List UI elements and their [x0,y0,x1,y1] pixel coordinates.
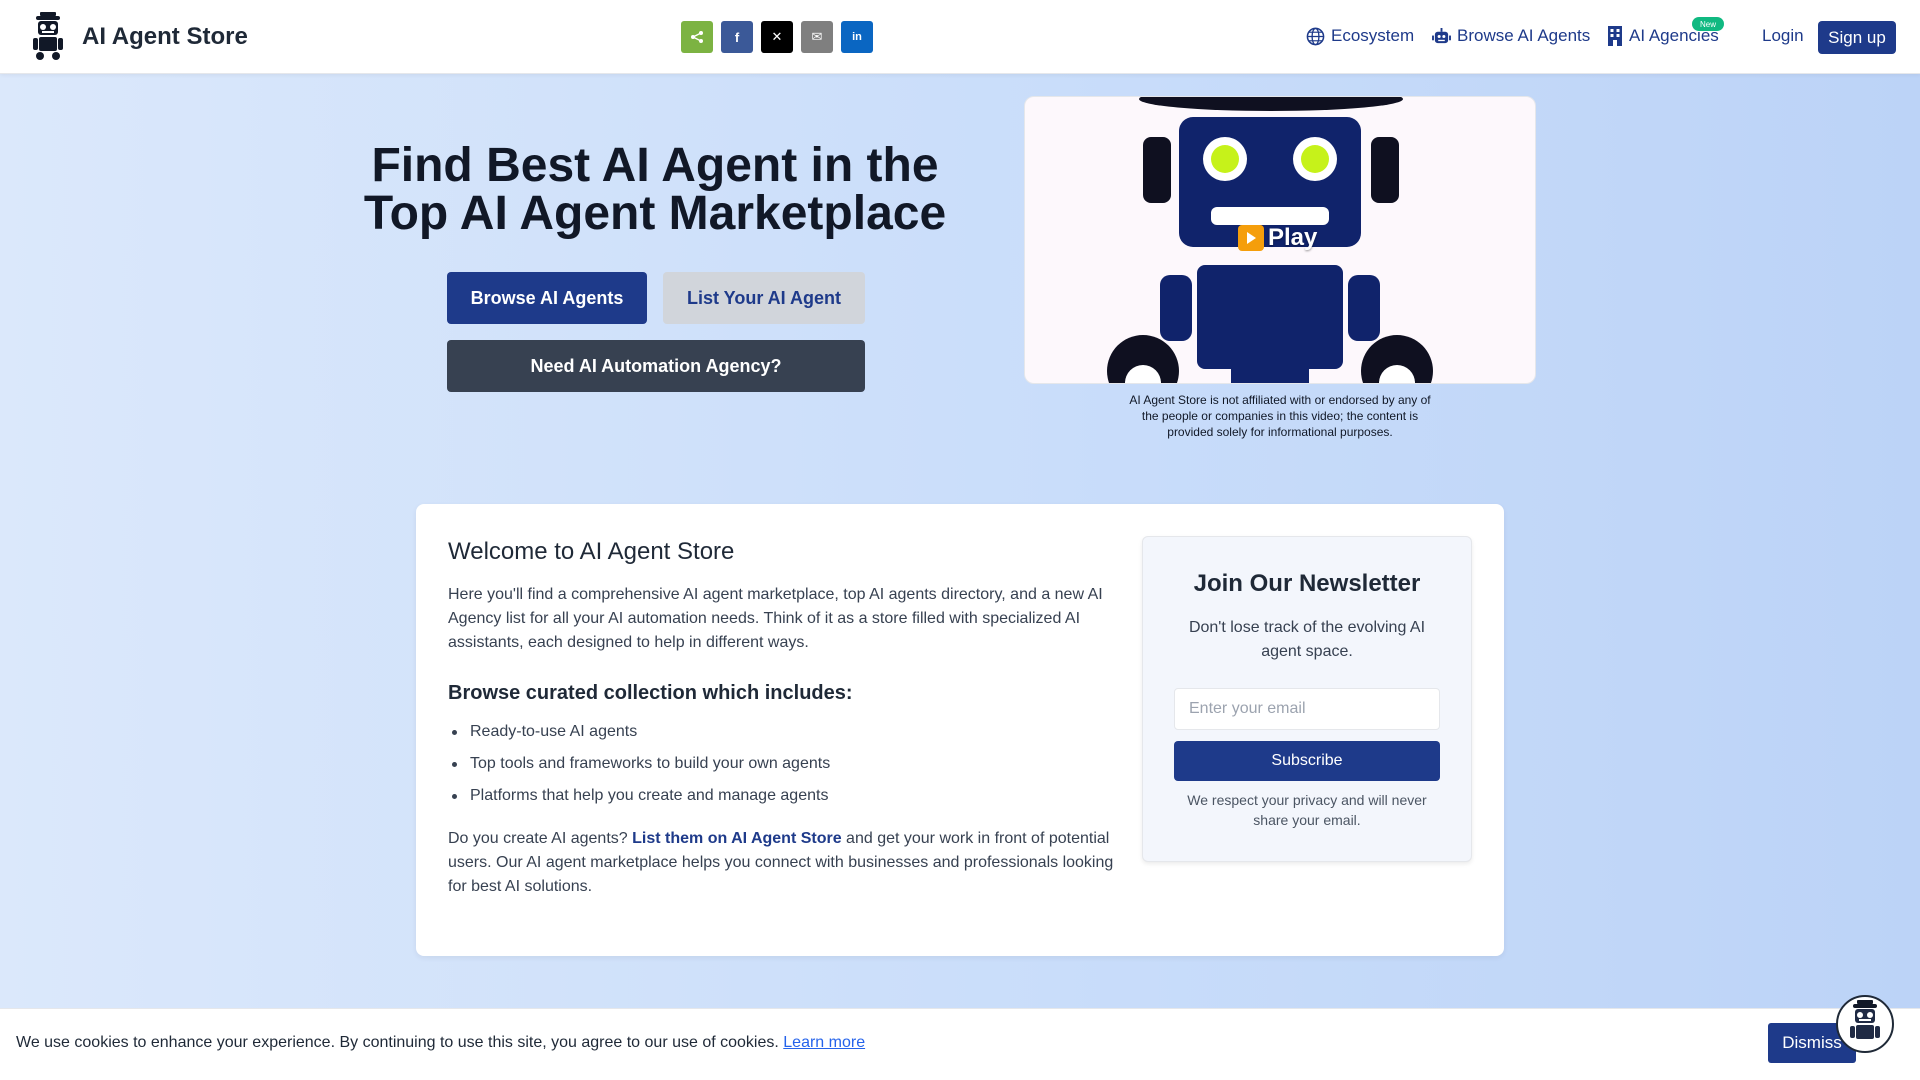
play-icon [1238,225,1264,251]
list-item: Ready-to-use AI agents [448,716,1108,748]
creator-cta: Do you create AI agents? List them on AI… [448,827,1116,899]
hero-title-line-1: Find Best AI Agent in the [371,139,939,192]
robot-logo-icon[interactable] [30,12,66,60]
list-agent-link[interactable]: List them on AI Agent Store [632,830,841,847]
site-header: AI Agent Store f ✕ ✉ in Ecosystem Browse… [0,0,1920,74]
creator-cta-prefix: Do you create AI agents? [448,830,633,847]
list-item: Top tools and frameworks to build your o… [448,748,1108,780]
browse-agents-button[interactable]: Browse AI Agents [447,272,647,324]
cookie-message: We use cookies to enhance your experienc… [16,1034,784,1051]
nav-browse-label: Browse AI Agents [1457,26,1591,45]
learn-more-link[interactable]: Learn more [783,1034,865,1051]
globe-icon [1306,27,1325,45]
list-agent-button[interactable]: List Your AI Agent [663,272,865,324]
login-link[interactable]: Login [1762,26,1804,46]
hero-title-line-2: Top AI Agent Marketplace [363,187,947,240]
linkedin-icon[interactable]: in [841,21,873,53]
building-icon [1608,26,1622,46]
chat-assistant-avatar[interactable] [1836,995,1894,1053]
hero-title: Find Best AI Agent in the Top AI Agent M… [330,142,980,238]
signup-button[interactable]: Sign up [1818,21,1896,54]
brand-name[interactable]: AI Agent Store [82,23,248,51]
new-badge: New [1692,17,1724,31]
robot-icon [1432,27,1451,43]
play-button[interactable]: Play [1238,224,1317,252]
share-icon[interactable] [681,21,713,53]
welcome-intro: Here you'll find a comprehensive AI agen… [448,586,1103,651]
newsletter-title: Join Our Newsletter [1193,570,1421,597]
robot-avatar-icon [1850,1000,1880,1039]
x-icon[interactable]: ✕ [761,21,793,53]
nav-ecosystem[interactable]: Ecosystem [1306,26,1414,46]
play-label-text: Play [1268,224,1318,251]
newsletter-text: Don't lose track of the evolving AI agen… [1188,619,1426,660]
newsletter-email-input[interactable] [1174,688,1440,730]
cookie-text: We use cookies to enhance your experienc… [16,1034,865,1052]
video-disclaimer: AI Agent Store is not affiliated with or… [1129,393,1431,439]
collection-title: Browse curated collection which includes… [448,682,853,704]
welcome-title: Welcome to AI Agent Store [448,538,735,565]
nav-ecosystem-label: Ecosystem [1331,26,1415,45]
list-item: Platforms that help you create and manag… [448,780,1108,812]
newsletter-privacy-note: We respect your privacy and will never s… [1187,792,1427,828]
automation-agency-button[interactable]: Need AI Automation Agency? [447,340,865,392]
email-icon[interactable]: ✉ [801,21,833,53]
collection-list: Ready-to-use AI agents Top tools and fra… [448,716,1108,812]
subscribe-button[interactable]: Subscribe [1174,741,1440,781]
share-buttons: f ✕ ✉ in [681,21,873,53]
facebook-icon[interactable]: f [721,21,753,53]
nav-browse-agents[interactable]: Browse AI Agents [1432,26,1590,46]
